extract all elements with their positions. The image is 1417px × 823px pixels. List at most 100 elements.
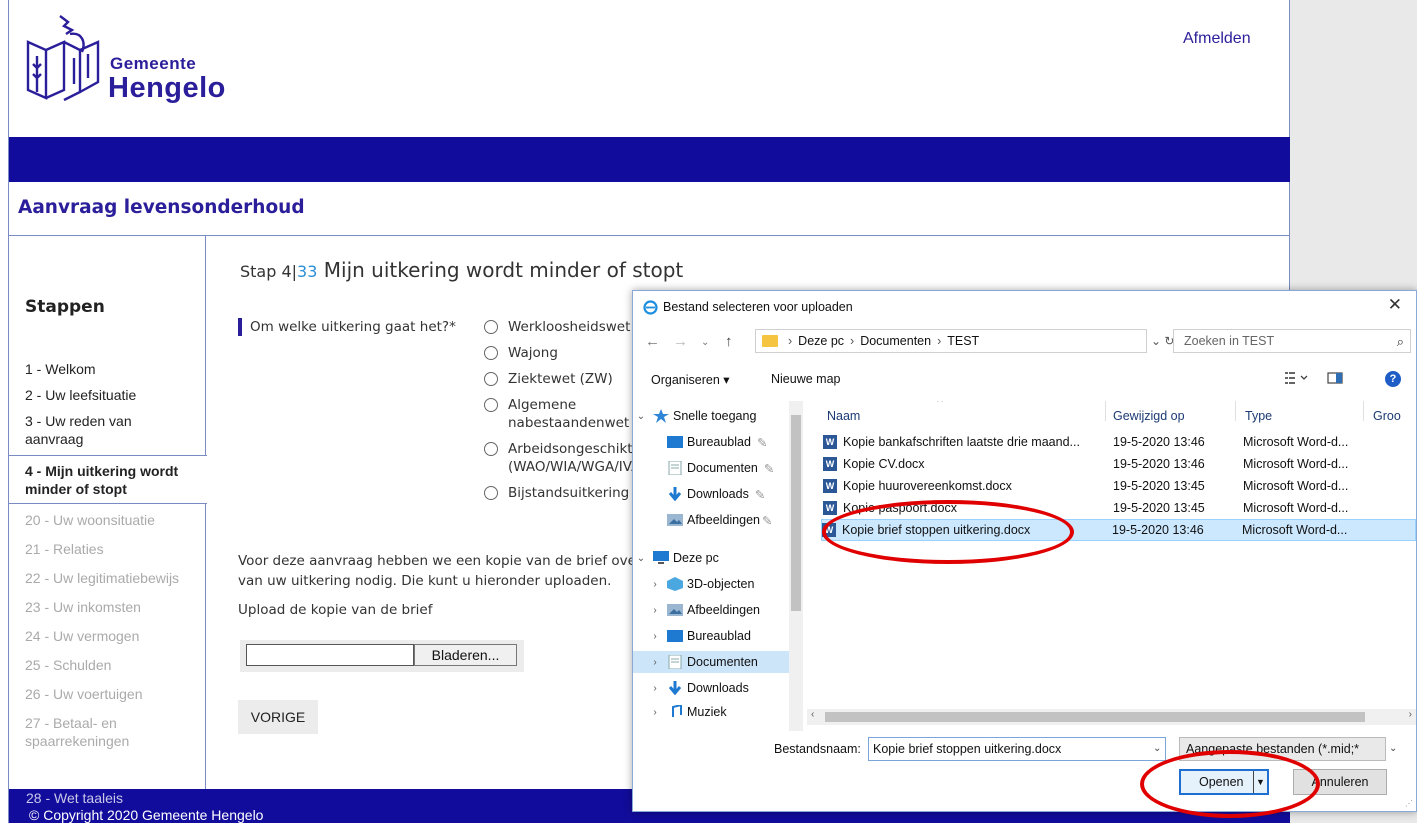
chevron-down-icon[interactable]: ⌄ [1389, 743, 1397, 754]
radio-button[interactable] [484, 320, 498, 334]
word-document-icon: W [822, 523, 836, 537]
file-name: Kopie bankafschriften laatste drie maand… [843, 435, 1080, 449]
tree-item-downloads-pc[interactable]: › Downloads [647, 677, 749, 699]
organize-button[interactable]: Organiseren ▾ [651, 372, 730, 387]
tree-item-music[interactable]: › Muziek [647, 703, 727, 721]
chevron-right-icon[interactable]: › [647, 605, 663, 616]
resize-grip-icon[interactable]: ⋰ [1405, 799, 1413, 808]
chevron-right-icon[interactable]: › [647, 579, 663, 590]
option-wajong[interactable]: Wajong [484, 344, 634, 362]
file-list-horizontal-scrollbar[interactable]: ‹ › [807, 709, 1416, 725]
radio-button[interactable] [484, 442, 498, 456]
file-row-selected[interactable]: W Kopie brief stoppen uitkering.docx 19-… [821, 519, 1416, 541]
scrollbar-thumb[interactable] [791, 415, 801, 611]
option-ziektewet[interactable]: Ziektewet (ZW) [484, 370, 634, 388]
radio-button[interactable] [484, 398, 498, 412]
scroll-right-icon[interactable]: › [1409, 709, 1412, 720]
info-line-1: Voor deze aanvraag hebben we een kopie v… [238, 553, 638, 569]
address-bar[interactable]: › Deze pc › Documenten › TEST [755, 329, 1147, 353]
downloads-folder-icon [668, 487, 682, 501]
recent-locations-chevron-icon[interactable]: ⌄ [701, 337, 709, 348]
tree-item-downloads[interactable]: Downloads ✎ [663, 483, 765, 505]
tree-item-this-pc[interactable]: ⌄ Deze pc [633, 547, 719, 569]
column-divider[interactable] [1105, 401, 1106, 421]
tree-item-quick-access[interactable]: ⌄ Snelle toegang [633, 405, 756, 427]
chevron-down-icon[interactable]: ⌄ [633, 411, 649, 422]
tree-item-3d-objects[interactable]: › 3D-objecten [647, 573, 754, 595]
filename-label: Bestandsnaam: [774, 742, 861, 756]
open-options-dropdown-icon[interactable]: ▼ [1253, 771, 1267, 793]
search-input[interactable]: Zoeken in TEST [1173, 329, 1411, 353]
chevron-down-icon[interactable]: ⌄ [1153, 743, 1161, 754]
scrollbar-thumb[interactable] [825, 712, 1365, 722]
page-title: Aanvraag levensonderhoud [18, 197, 305, 218]
chevron-down-icon[interactable]: ⌄ [1151, 334, 1161, 348]
tree-item-pictures-pc[interactable]: › Afbeeldingen [647, 599, 760, 621]
column-header-modified[interactable]: Gewijzigd op [1113, 409, 1185, 423]
municipality-emblem-icon [26, 15, 100, 102]
logout-link[interactable]: Afmelden [1183, 30, 1251, 48]
up-arrow-icon[interactable]: ↑ [725, 333, 733, 350]
column-header-type[interactable]: Type [1245, 409, 1272, 423]
option-werkloosheidswet[interactable]: Werkloosheidswet [484, 318, 634, 336]
forward-arrow-icon[interactable]: → [673, 333, 688, 350]
chevron-right-icon[interactable]: › [647, 683, 663, 694]
search-icon[interactable]: ⌕ [1397, 334, 1404, 350]
chevron-right-icon[interactable]: › [647, 657, 663, 668]
option-label: Bijstandsuitkering [508, 485, 630, 501]
scroll-left-icon[interactable]: ‹ [811, 709, 814, 720]
option-arbeidsongeschiktheid[interactable]: Arbeidsongeschiktheid (WAO/WIA/WGA/IVA) [484, 440, 634, 476]
tree-label: Downloads [687, 487, 749, 501]
file-type-filter-select[interactable]: Aangepaste bestanden (*.mid;* [1179, 737, 1386, 761]
browse-button[interactable]: Bladeren... [414, 644, 517, 666]
chevron-right-icon[interactable]: › [647, 631, 663, 642]
tree-item-documents-pc[interactable]: › Documenten [633, 651, 789, 673]
file-path-field[interactable] [246, 644, 414, 666]
preview-pane-icon[interactable] [1327, 371, 1343, 385]
chevron-down-icon[interactable]: ⌄ [633, 553, 649, 564]
breadcrumb-this-pc[interactable]: Deze pc [798, 334, 844, 348]
column-divider[interactable] [1235, 401, 1236, 421]
column-header-name[interactable]: Naam [827, 409, 860, 423]
view-options-icon[interactable] [1285, 371, 1309, 385]
column-divider[interactable] [1363, 401, 1364, 421]
dialog-title: Bestand selecteren voor uploaden [663, 300, 853, 314]
file-row[interactable]: W Kopie CV.docx 19-5-2020 13:46 Microsof… [823, 453, 1416, 475]
step-item-reden-aanvraag[interactable]: 3 - Uw reden van aanvraag [9, 408, 206, 452]
previous-button[interactable]: VORIGE [238, 700, 318, 734]
option-label: Algemene nabestaandenwet [508, 397, 630, 431]
upload-label: Upload de kopie van de brief [238, 602, 433, 618]
new-folder-button[interactable]: Nieuwe map [771, 372, 840, 386]
step-item-leefsituatie[interactable]: 2 - Uw leefsituatie [9, 382, 206, 408]
tree-item-desktop[interactable]: Bureaublad ✎ [663, 431, 767, 453]
step-item-welkom[interactable]: 1 - Welkom [9, 356, 206, 382]
tree-item-documents[interactable]: Documenten ✎ [663, 457, 774, 479]
file-row[interactable]: W Kopie huurovereenkomst.docx 19-5-2020 … [823, 475, 1416, 497]
step-prefix: Stap 4 [240, 262, 292, 281]
radio-button[interactable] [484, 486, 498, 500]
tree-item-pictures[interactable]: Afbeeldingen ✎ [663, 509, 772, 531]
cancel-button[interactable]: Annuleren [1293, 769, 1387, 795]
column-header-size[interactable]: Groo [1373, 409, 1401, 423]
chevron-right-icon[interactable]: › [647, 707, 663, 718]
file-row[interactable]: W Kopie bankafschriften laatste drie maa… [823, 431, 1416, 453]
close-icon[interactable]: ✕ [1388, 295, 1402, 315]
radio-button[interactable] [484, 346, 498, 360]
back-arrow-icon[interactable]: ← [645, 333, 660, 350]
open-button[interactable]: Openen ▼ [1179, 769, 1269, 795]
help-icon[interactable]: ? [1385, 371, 1401, 387]
breadcrumb-test[interactable]: TEST [947, 334, 979, 348]
navigation-scrollbar[interactable] [789, 401, 803, 731]
word-document-icon: W [823, 479, 837, 493]
tree-item-desktop-pc[interactable]: › Bureaublad [647, 625, 751, 647]
filename-input[interactable]: Kopie brief stoppen uitkering.docx [868, 737, 1166, 761]
sort-ascending-icon: ^ [937, 401, 943, 409]
option-nabestaandenwet[interactable]: Algemene nabestaandenwet [484, 396, 634, 432]
step-heading: Stap 4|33 Mijn uitkering wordt minder of… [240, 258, 683, 282]
radio-button[interactable] [484, 372, 498, 386]
breadcrumb-documents[interactable]: Documenten [860, 334, 931, 348]
step-item-uitkering-current[interactable]: 4 - Mijn uitkering wordt minder of stopt [9, 455, 207, 504]
file-type: Microsoft Word-d... [1243, 457, 1349, 471]
option-bijstandsuitkering[interactable]: Bijstandsuitkering [484, 484, 634, 502]
file-row[interactable]: W Kopie paspoort.docx 19-5-2020 13:45 Mi… [823, 497, 1416, 519]
